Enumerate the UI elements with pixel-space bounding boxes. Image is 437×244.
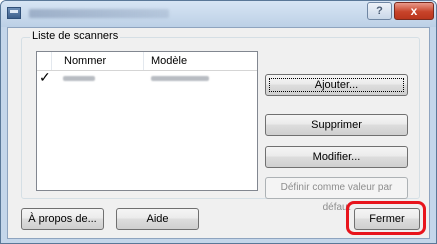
scanner-list-group: Liste de scanners Nommer Modèle ✓ Ajoute…	[21, 30, 420, 213]
dialog-window: ? x Liste de scanners Nommer Modèle ✓ Aj…	[0, 0, 437, 244]
title-bar[interactable]: ? x	[1, 1, 436, 27]
add-button[interactable]: Ajouter...	[265, 74, 408, 96]
list-item[interactable]: ✓	[37, 69, 257, 87]
scanner-list[interactable]: Nommer Modèle ✓	[36, 51, 258, 191]
group-label: Liste de scanners	[30, 30, 121, 42]
modify-button[interactable]: Modifier...	[265, 146, 408, 168]
help-button[interactable]: Aide	[116, 208, 199, 230]
list-header: Nommer Modèle	[37, 52, 257, 71]
scanner-name-blurred	[63, 76, 95, 81]
dialog-body: Liste de scanners Nommer Modèle ✓ Ajoute…	[7, 27, 430, 239]
scanner-model-blurred	[151, 76, 209, 81]
column-header-name[interactable]: Nommer	[51, 52, 144, 70]
checkmark-icon: ✓	[39, 69, 51, 85]
set-default-button[interactable]: Définir comme valeur par défaut	[265, 177, 408, 213]
column-header-check[interactable]	[37, 52, 52, 70]
scanner-app-icon	[7, 7, 21, 19]
add-button-label: Ajouter...	[314, 79, 359, 91]
help-title-button[interactable]: ?	[367, 2, 392, 20]
close-window-button[interactable]: x	[394, 2, 434, 20]
window-title-blurred	[29, 9, 169, 18]
about-button[interactable]: À propos de...	[21, 208, 104, 230]
close-button-highlight	[346, 201, 426, 235]
delete-button[interactable]: Supprimer	[265, 114, 408, 136]
column-header-model[interactable]: Modèle	[144, 52, 257, 70]
